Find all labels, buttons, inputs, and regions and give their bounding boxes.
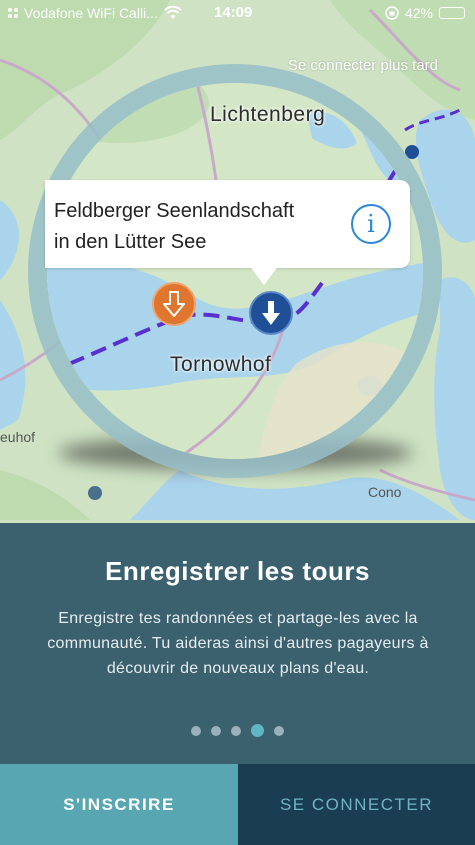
status-bar: Vodafone WiFi Calli... 14:09 42% (0, 0, 475, 28)
page-indicator[interactable] (0, 724, 475, 737)
page-dot-1[interactable] (191, 725, 201, 736)
orientation-lock-icon (385, 6, 399, 20)
login-button[interactable]: SE CONNECTER (238, 764, 475, 845)
info-icon[interactable]: i (351, 204, 391, 244)
page-dot-5[interactable] (274, 725, 284, 736)
end-pin[interactable] (249, 291, 293, 335)
onboarding-panel: Enregistrer les tours Enregistre tes ran… (0, 523, 475, 764)
arrow-down-icon (262, 301, 280, 325)
status-left: Vodafone WiFi Calli... (8, 5, 182, 21)
callout-line-2: in den Lütter See (54, 231, 207, 253)
page-dot-3[interactable] (231, 725, 241, 736)
page-dot-2[interactable] (211, 725, 221, 736)
page-dot-4[interactable] (251, 724, 264, 737)
callout-line-1: Feldberger Seenlandschaft (54, 200, 295, 222)
signup-button[interactable]: S'INSCRIRE (0, 764, 238, 845)
callout-title: Feldberger Seenlandschaft in den Lütter … (54, 196, 294, 258)
arrow-down-outline-icon (163, 291, 185, 317)
wifi-icon (164, 6, 182, 19)
magnifier-lens: Lichtenberg Tornowhof (28, 64, 442, 478)
onboarding-description: Enregistre tes randonnées et partage-les… (47, 610, 429, 677)
magnified-map-drawing (47, 83, 423, 459)
map-label-left: euhof (0, 429, 35, 445)
magnified-map[interactable]: Lichtenberg Tornowhof (47, 83, 423, 459)
skip-login-link[interactable]: Se connecter plus tard (288, 57, 438, 74)
onboarding-title: Enregistrer les tours (105, 556, 370, 586)
place-label-lichtenberg: Lichtenberg (210, 103, 326, 126)
map-label-right: Cono (368, 484, 402, 500)
battery-icon (439, 7, 465, 19)
carrier-name: Vodafone WiFi Calli... (24, 5, 158, 21)
status-time: 14:09 (214, 4, 253, 21)
battery-percent: 42% (404, 5, 433, 21)
callout-tail (249, 265, 279, 285)
signal-dots-icon (8, 8, 18, 18)
start-pin[interactable] (152, 282, 196, 326)
place-label-tornowhof: Tornowhof (170, 353, 272, 376)
tour-callout[interactable]: Feldberger Seenlandschaft in den Lütter … (45, 180, 410, 268)
status-right: 42% (385, 5, 465, 21)
